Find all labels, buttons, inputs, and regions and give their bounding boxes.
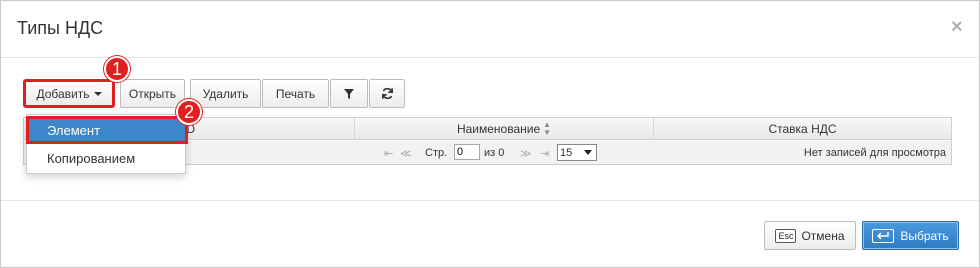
add-dropdown-menu: Элемент Копированием (26, 114, 188, 174)
vat-types-dialog: Типы НДС × Добавить Открыть Удалить Печа… (0, 0, 980, 268)
delete-button[interactable]: Удалить (190, 79, 261, 108)
select-button[interactable]: Выбрать (862, 221, 959, 250)
first-page-icon[interactable]: ⇤ (384, 147, 393, 160)
next-page-icon[interactable]: ≫ (520, 147, 532, 160)
select-button-label: Выбрать (900, 228, 949, 243)
step-badge-1: 1 (104, 56, 130, 82)
sort-icon: ▲ ▼ (543, 120, 552, 137)
page-size-select[interactable]: 15 (557, 144, 597, 161)
last-page-icon[interactable]: ⇥ (540, 147, 549, 160)
dialog-title: Типы НДС (17, 18, 104, 38)
filter-button[interactable] (330, 79, 368, 108)
add-button-label: Добавить (36, 86, 90, 101)
chevron-down-icon (93, 91, 102, 96)
no-records-text: Нет записей для просмотра (803, 147, 946, 159)
cancel-button[interactable]: Esc Отмена (764, 221, 856, 250)
dialog-header: Типы НДС × (1, 1, 979, 58)
menu-item-element[interactable]: Элемент (26, 116, 188, 144)
chevron-down-icon (584, 150, 592, 155)
step-badge-2: 2 (176, 99, 202, 125)
column-header-name-label: Наименование (456, 122, 541, 136)
column-header-vat-rate[interactable]: Ставка НДС (654, 118, 951, 140)
column-header-name[interactable]: Наименование ▲ ▼ (355, 118, 654, 140)
page-size-value: 15 (560, 146, 573, 159)
menu-item-copy[interactable]: Копированием (27, 145, 185, 171)
footer-divider (1, 200, 979, 201)
page-count-label: из 0 (484, 147, 505, 159)
refresh-button[interactable] (369, 79, 405, 108)
open-button[interactable]: Открыть (120, 79, 185, 108)
refresh-icon (381, 87, 393, 100)
filter-icon (344, 88, 354, 99)
enter-key-icon (872, 228, 895, 243)
page-number-input[interactable] (454, 144, 480, 160)
add-button[interactable]: Добавить (23, 79, 115, 108)
cancel-button-label: Отмена (801, 228, 845, 243)
print-button[interactable]: Печать (262, 79, 329, 108)
page-label: Стр. (425, 147, 448, 159)
prev-page-icon[interactable]: ≪ (400, 147, 412, 160)
close-icon[interactable]: × (951, 16, 963, 39)
esc-key-icon: Esc (775, 228, 797, 243)
